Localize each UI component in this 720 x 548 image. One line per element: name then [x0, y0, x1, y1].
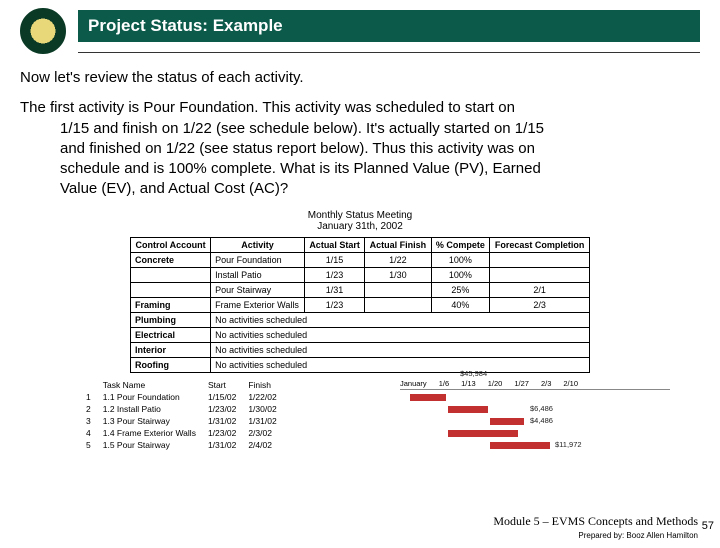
- slide-title: Project Status: Example: [78, 10, 700, 42]
- gantt-value: $4,486: [530, 416, 553, 425]
- gantt-chart: January 1/6 1/13 1/20 1/27 2/3 2/10 $45,…: [400, 379, 670, 452]
- table-row: 31.3 Pour Stairway1/31/021/31/02: [80, 415, 283, 427]
- col-forecast: Forecast Completion: [490, 237, 590, 252]
- para-line-3: and finished on 1/22 (see status report …: [60, 140, 535, 157]
- table-row: 51.5 Pour Stairway1/31/022/4/02: [80, 439, 283, 451]
- gantt-header: January 1/6 1/13 1/20 1/27 2/3 2/10: [400, 379, 670, 390]
- paragraph-lead: The first activity is Pour Foundation. T…: [20, 98, 700, 199]
- page-number: 57: [702, 520, 714, 532]
- para-line-4: schedule and is 100% complete. What is i…: [60, 160, 541, 177]
- table-row: 11.1 Pour Foundation1/15/021/22/02: [80, 391, 283, 403]
- gantt-value: $6,486: [530, 404, 553, 413]
- col-actual-start: Actual Start: [304, 237, 364, 252]
- gantt-bar: [410, 394, 446, 401]
- table-row: ElectricalNo activities scheduled: [131, 327, 590, 342]
- col-control-account: Control Account: [131, 237, 211, 252]
- table-row: FramingFrame Exterior Walls1/2340%2/3: [131, 297, 590, 312]
- gantt-value: $11,972: [555, 440, 582, 449]
- status-title-l1: Monthly Status Meeting: [308, 210, 413, 221]
- table-row: Install Patio1/231/30100%: [131, 267, 590, 282]
- gantt-bar: [448, 406, 488, 413]
- footer: Module 5 – EVMS Concepts and Methods Pre…: [493, 514, 698, 540]
- col-actual-finish: Actual Finish: [365, 237, 431, 252]
- gantt-bar: [448, 430, 518, 437]
- col-pct-complete: % Compete: [431, 237, 490, 252]
- para-line-2: 1/15 and finish on 1/22 (see schedule be…: [60, 120, 544, 137]
- body-text: Now let's review the status of each acti…: [20, 68, 700, 200]
- gantt-bar: [490, 442, 550, 449]
- para-lead-text: The first activity is Pour Foundation. T…: [20, 99, 515, 116]
- intro-line: Now let's review the status of each acti…: [20, 68, 700, 88]
- gantt-value-top: $45,984: [460, 369, 487, 378]
- table-row: ConcretePour Foundation1/151/22100%: [131, 252, 590, 267]
- module-label: Module 5 – EVMS Concepts and Methods: [493, 514, 698, 529]
- schedule-table: Task NameStartFinish 11.1 Pour Foundatio…: [80, 379, 283, 451]
- prepared-by: Prepared by: Booz Allen Hamilton: [493, 531, 698, 540]
- table-row: 21.2 Install Patio1/23/021/30/02: [80, 403, 283, 415]
- agency-seal-icon: [20, 8, 66, 54]
- table-row: 41.4 Frame Exterior Walls1/23/022/3/02: [80, 427, 283, 439]
- gantt-bar: [490, 418, 524, 425]
- table-row: InteriorNo activities scheduled: [131, 342, 590, 357]
- status-report: Monthly Status Meeting January 31th, 200…: [130, 210, 590, 373]
- header: Project Status: Example: [20, 8, 700, 54]
- status-report-title: Monthly Status Meeting January 31th, 200…: [130, 210, 590, 233]
- schedule-block: Task NameStartFinish 11.1 Pour Foundatio…: [80, 379, 680, 451]
- table-row: RoofingNo activities scheduled: [131, 357, 590, 372]
- status-table: Control Account Activity Actual Start Ac…: [130, 237, 590, 373]
- schedule-header: Task NameStartFinish: [80, 379, 283, 391]
- para-line-5: Value (EV), and Actual Cost (AC)?: [60, 180, 288, 197]
- table-row: Pour Stairway1/3125%2/1: [131, 282, 590, 297]
- table-row: PlumbingNo activities scheduled: [131, 312, 590, 327]
- status-title-l2: January 31th, 2002: [317, 221, 403, 232]
- col-activity: Activity: [211, 237, 305, 252]
- title-divider: [78, 52, 700, 53]
- status-header-row: Control Account Activity Actual Start Ac…: [131, 237, 590, 252]
